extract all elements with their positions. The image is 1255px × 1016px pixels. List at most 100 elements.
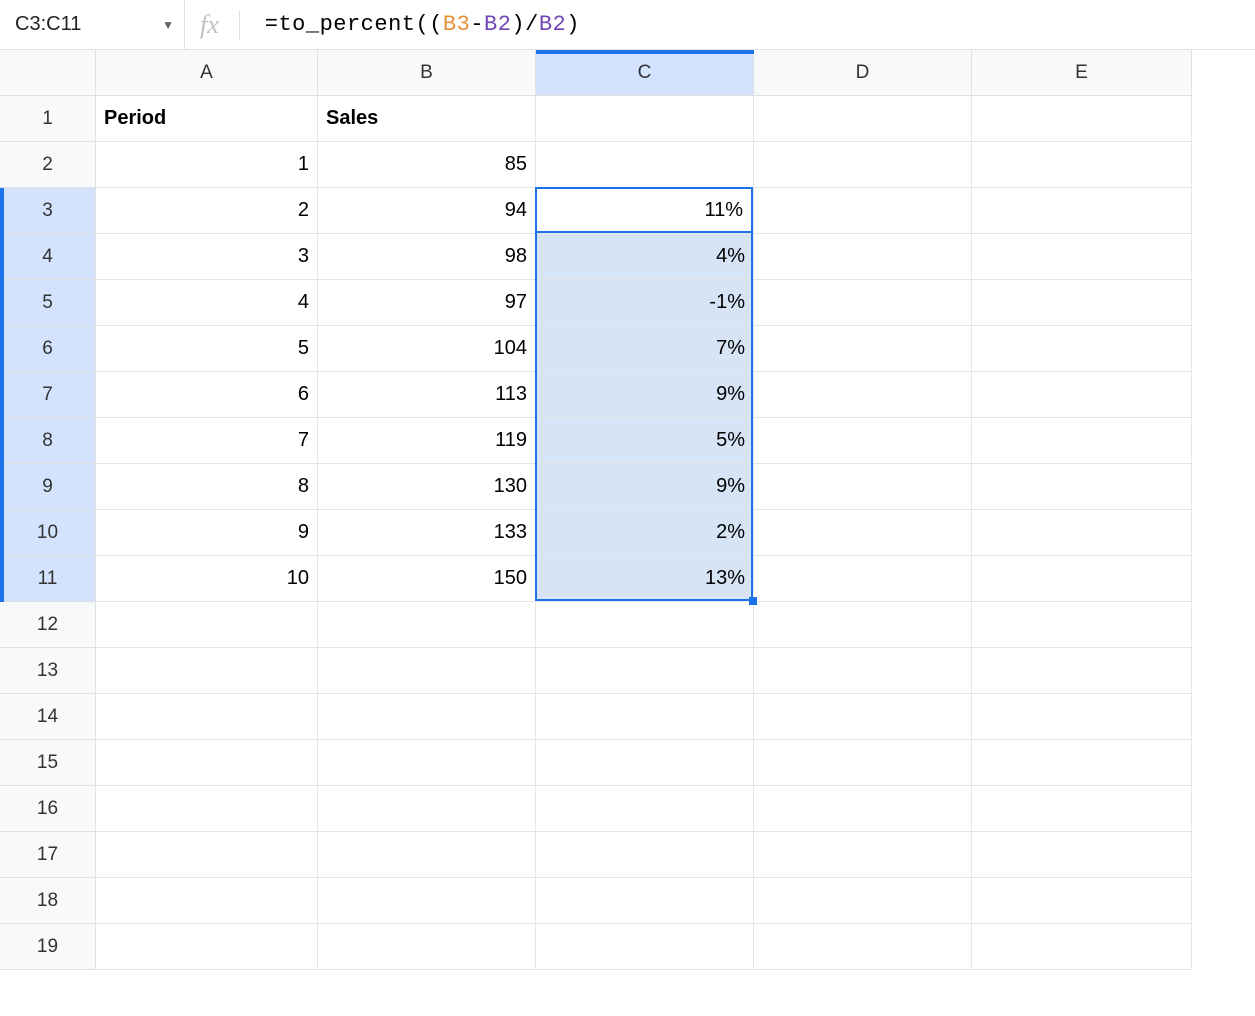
cell-C3[interactable]: 11%: [536, 188, 754, 234]
cell-C18[interactable]: [536, 878, 754, 924]
cell-C2[interactable]: [536, 142, 754, 188]
column-header-d[interactable]: D: [754, 50, 972, 96]
row-header-10[interactable]: 10: [0, 510, 96, 556]
cell-A18[interactable]: [96, 878, 318, 924]
cell-D4[interactable]: [754, 234, 972, 280]
row-header-17[interactable]: 17: [0, 832, 96, 878]
cell-C7[interactable]: 9%: [536, 372, 754, 418]
cell-E4[interactable]: [972, 234, 1192, 280]
row-header-5[interactable]: 5: [0, 280, 96, 326]
cell-B1[interactable]: Sales: [318, 96, 536, 142]
cell-B9[interactable]: 130: [318, 464, 536, 510]
cell-C5[interactable]: -1%: [536, 280, 754, 326]
cell-D18[interactable]: [754, 878, 972, 924]
cell-C17[interactable]: [536, 832, 754, 878]
cell-A2[interactable]: 1: [96, 142, 318, 188]
cell-D14[interactable]: [754, 694, 972, 740]
cell-E7[interactable]: [972, 372, 1192, 418]
cell-A4[interactable]: 3: [96, 234, 318, 280]
cell-B11[interactable]: 150: [318, 556, 536, 602]
cell-C6[interactable]: 7%: [536, 326, 754, 372]
cell-A9[interactable]: 8: [96, 464, 318, 510]
cell-C10[interactable]: 2%: [536, 510, 754, 556]
cell-A19[interactable]: [96, 924, 318, 970]
row-header-7[interactable]: 7: [0, 372, 96, 418]
cell-E13[interactable]: [972, 648, 1192, 694]
cell-A12[interactable]: [96, 602, 318, 648]
cell-D16[interactable]: [754, 786, 972, 832]
row-header-3[interactable]: 3: [0, 188, 96, 234]
cell-E3[interactable]: [972, 188, 1192, 234]
cell-E14[interactable]: [972, 694, 1192, 740]
cell-E16[interactable]: [972, 786, 1192, 832]
cell-D3[interactable]: [754, 188, 972, 234]
row-header-1[interactable]: 1: [0, 96, 96, 142]
cell-B18[interactable]: [318, 878, 536, 924]
row-header-15[interactable]: 15: [0, 740, 96, 786]
cell-D7[interactable]: [754, 372, 972, 418]
cell-A17[interactable]: [96, 832, 318, 878]
cell-E19[interactable]: [972, 924, 1192, 970]
cell-C19[interactable]: [536, 924, 754, 970]
row-header-6[interactable]: 6: [0, 326, 96, 372]
cell-E5[interactable]: [972, 280, 1192, 326]
cell-E6[interactable]: [972, 326, 1192, 372]
cell-D15[interactable]: [754, 740, 972, 786]
name-box[interactable]: C3:C11 ▼: [0, 0, 185, 49]
formula-input[interactable]: =to_percent((B3-B2)/B2): [265, 12, 1255, 37]
cell-D11[interactable]: [754, 556, 972, 602]
row-header-4[interactable]: 4: [0, 234, 96, 280]
cell-E18[interactable]: [972, 878, 1192, 924]
cell-B19[interactable]: [318, 924, 536, 970]
row-header-16[interactable]: 16: [0, 786, 96, 832]
cell-B7[interactable]: 113: [318, 372, 536, 418]
cell-E11[interactable]: [972, 556, 1192, 602]
cell-B13[interactable]: [318, 648, 536, 694]
cell-C12[interactable]: [536, 602, 754, 648]
cell-A7[interactable]: 6: [96, 372, 318, 418]
column-header-a[interactable]: A: [96, 50, 318, 96]
cell-B14[interactable]: [318, 694, 536, 740]
cell-C4[interactable]: 4%: [536, 234, 754, 280]
cell-C8[interactable]: 5%: [536, 418, 754, 464]
cell-D6[interactable]: [754, 326, 972, 372]
cell-B15[interactable]: [318, 740, 536, 786]
cell-B6[interactable]: 104: [318, 326, 536, 372]
cell-A14[interactable]: [96, 694, 318, 740]
cell-A1[interactable]: Period: [96, 96, 318, 142]
cell-B2[interactable]: 85: [318, 142, 536, 188]
cell-D5[interactable]: [754, 280, 972, 326]
cell-C13[interactable]: [536, 648, 754, 694]
cell-B4[interactable]: 98: [318, 234, 536, 280]
cell-D1[interactable]: [754, 96, 972, 142]
cell-A10[interactable]: 9: [96, 510, 318, 556]
cell-D8[interactable]: [754, 418, 972, 464]
cell-D12[interactable]: [754, 602, 972, 648]
row-header-14[interactable]: 14: [0, 694, 96, 740]
row-header-18[interactable]: 18: [0, 878, 96, 924]
cell-B16[interactable]: [318, 786, 536, 832]
cell-E9[interactable]: [972, 464, 1192, 510]
select-all-corner[interactable]: [0, 50, 96, 96]
cell-B10[interactable]: 133: [318, 510, 536, 556]
cell-E2[interactable]: [972, 142, 1192, 188]
row-header-12[interactable]: 12: [0, 602, 96, 648]
cell-B12[interactable]: [318, 602, 536, 648]
cell-E15[interactable]: [972, 740, 1192, 786]
cell-D13[interactable]: [754, 648, 972, 694]
cell-E8[interactable]: [972, 418, 1192, 464]
cell-C14[interactable]: [536, 694, 754, 740]
cell-A15[interactable]: [96, 740, 318, 786]
cell-A8[interactable]: 7: [96, 418, 318, 464]
cell-D2[interactable]: [754, 142, 972, 188]
cell-B17[interactable]: [318, 832, 536, 878]
cell-A16[interactable]: [96, 786, 318, 832]
cell-B8[interactable]: 119: [318, 418, 536, 464]
name-box-dropdown-icon[interactable]: ▼: [162, 18, 174, 32]
cell-A3[interactable]: 2: [96, 188, 318, 234]
cell-D10[interactable]: [754, 510, 972, 556]
cell-D9[interactable]: [754, 464, 972, 510]
row-header-11[interactable]: 11: [0, 556, 96, 602]
cell-C1[interactable]: [536, 96, 754, 142]
row-header-9[interactable]: 9: [0, 464, 96, 510]
